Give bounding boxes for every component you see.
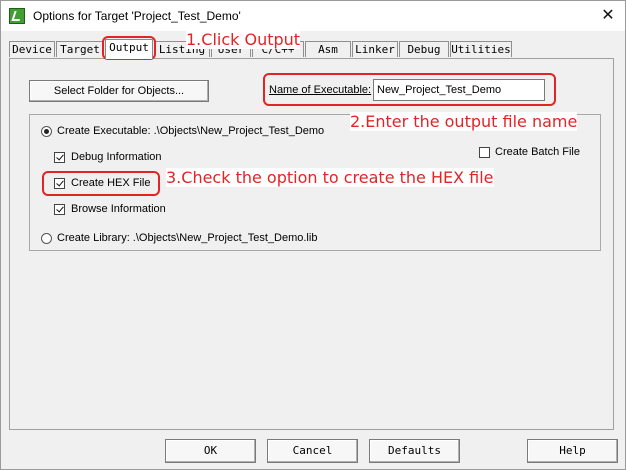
create-executable-radio[interactable] [41,126,52,137]
tab-target[interactable]: Target [56,41,104,57]
ok-button[interactable]: OK [165,439,256,463]
create-executable-label: Create Executable: .\Objects\New_Project… [57,125,325,137]
create-batch-file-checkbox[interactable] [479,147,490,158]
options-dialog: Options for Target 'Project_Test_Demo' ✕… [0,0,626,470]
cancel-button[interactable]: Cancel [267,439,358,463]
create-batch-file-label: Create Batch File [495,146,580,158]
close-icon[interactable]: ✕ [599,6,617,24]
dialog-title: Options for Target 'Project_Test_Demo' [33,9,241,23]
create-library-radio[interactable] [41,233,52,244]
debug-information-checkbox[interactable] [54,152,65,163]
browse-information-label: Browse Information [71,203,166,215]
tab-output[interactable]: Output [105,39,153,59]
defaults-button[interactable]: Defaults [369,439,460,463]
debug-information-label: Debug Information [71,151,162,163]
select-folder-button[interactable]: Select Folder for Objects... [29,80,209,102]
tab-asm[interactable]: Asm [305,41,351,57]
annotation-step-2: 2.Enter the output file name [350,112,578,131]
tab-device[interactable]: Device [9,41,55,57]
tab-linker[interactable]: Linker [352,41,398,57]
annotation-step-1: 1.Click Output [186,30,301,49]
annotation-step-3: 3.Check the option to create the HEX fil… [166,168,494,187]
title-bar: Options for Target 'Project_Test_Demo' ✕ [1,1,625,31]
browse-information-checkbox[interactable] [54,204,65,215]
tab-debug[interactable]: Debug [399,41,449,57]
annotation-box-executable-name [263,73,556,106]
help-button[interactable]: Help [527,439,618,463]
create-library-label: Create Library: .\Objects\New_Project_Te… [57,232,318,244]
annotation-box-hex-file [42,171,160,196]
keil-app-icon [9,8,25,24]
tab-utilities[interactable]: Utilities [450,41,512,57]
